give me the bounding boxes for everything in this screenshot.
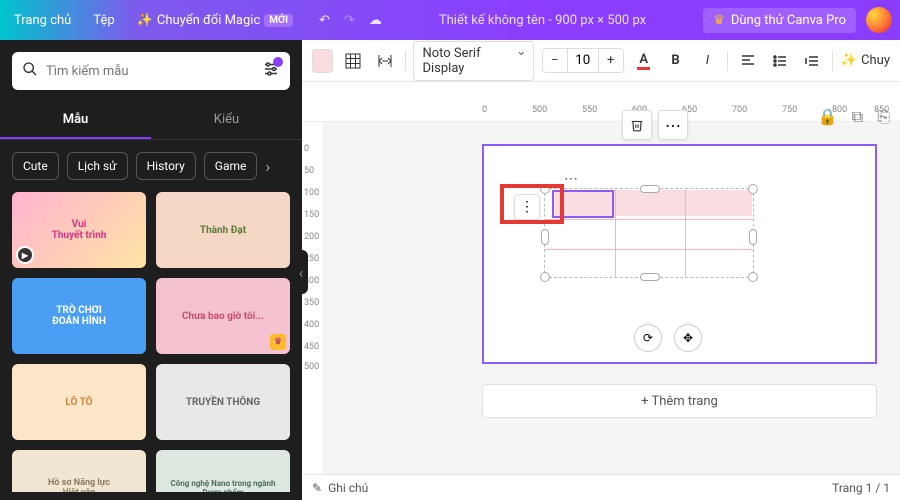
bottom-bar: ✎ Ghi chú Trang 1 / 1 [302, 474, 900, 500]
template-thumb[interactable]: TRÒ CHƠI ĐOÁN HÌNH [12, 278, 146, 354]
move-button[interactable]: ✥ [674, 324, 702, 352]
table-more-icon[interactable]: ⋯ [564, 171, 880, 187]
enhance-label: Chuy [861, 53, 890, 68]
enhance-button[interactable]: ✨ Chuy [841, 53, 890, 68]
template-thumb[interactable]: LÔ TÔ [12, 364, 146, 440]
fill-color-swatch[interactable] [312, 49, 333, 73]
template-grid: Vui Thuyết trình▶ Thành Đạt TRÒ CHƠI ĐOÁ… [0, 192, 302, 492]
highlighted-cell-marker [500, 184, 564, 224]
page-indicator[interactable]: Trang 1 / 1 [832, 481, 890, 495]
new-badge: MỚI [264, 14, 293, 27]
canvas-page[interactable]: ⋯ ⋮ ⟳ ✥ [482, 144, 877, 364]
chip-history-en[interactable]: History [136, 152, 196, 180]
template-thumb[interactable]: Hồ sơ Năng lực Việt vận▶♛ [12, 450, 146, 492]
notes-label: Ghi chú [328, 481, 368, 495]
cloud-sync-icon[interactable]: ☁ [369, 13, 382, 28]
crown-icon: ♛ [270, 334, 286, 350]
try-pro-label: Dùng thử Canva Pro [731, 13, 846, 28]
tab-styles[interactable]: Kiểu [151, 102, 302, 139]
file-menu[interactable]: Tệp [87, 9, 120, 32]
crown-icon: ♛ [713, 13, 725, 28]
horizontal-ruler: 0 500 550 600 650 700 750 800 850 [302, 102, 900, 122]
italic-button[interactable]: I [696, 47, 720, 75]
align-icon[interactable] [736, 47, 760, 75]
user-avatar[interactable] [866, 7, 892, 33]
spacing-icon[interactable] [373, 47, 397, 75]
sparkle-icon: ✨ [841, 53, 857, 68]
canvas-area: 0 500 550 600 650 700 750 800 850 0 50 1… [302, 102, 900, 474]
top-action-icons: ↶ ↷ ☁ [319, 13, 382, 28]
document-title[interactable]: Thiết kế không tên - 900 px × 500 px [392, 13, 693, 28]
font-family-select[interactable]: Noto Serif Display [413, 41, 533, 81]
template-thumb[interactable]: Vui Thuyết trình▶ [12, 192, 146, 268]
element-toolbar: ⋯ [622, 110, 688, 140]
play-icon: ▶ [16, 246, 34, 264]
main-area: Noto Serif Display − + A B I ✨ Chuy 0 50… [302, 40, 900, 500]
template-thumb[interactable]: Công nghệ Nano trong ngành Dược phẩm♛ [156, 450, 290, 492]
notes-button[interactable]: ✎ Ghi chú [312, 481, 368, 495]
try-pro-button[interactable]: ♛ Dùng thử Canva Pro [703, 8, 856, 33]
context-toolbar: Noto Serif Display − + A B I ✨ Chuy [302, 40, 900, 82]
template-thumb[interactable]: TRUYỀN THÔNG [156, 364, 290, 440]
magic-switch-menu[interactable]: ✨ Chuyển đổi Magic MỚI [131, 9, 299, 32]
grid-icon[interactable] [341, 47, 365, 75]
chip-history-vi[interactable]: Lịch sử [67, 152, 128, 180]
add-page-icon[interactable]: ⎘ [877, 107, 890, 127]
search-icon [22, 61, 38, 81]
bold-button[interactable]: B [664, 47, 688, 75]
text-color-icon[interactable]: A [632, 47, 656, 75]
sidebar-tabs: Mẫu Kiểu [0, 102, 302, 140]
notes-icon: ✎ [312, 481, 322, 495]
search-input[interactable] [46, 64, 262, 79]
redo-icon[interactable]: ↷ [344, 13, 355, 28]
decrease-size[interactable]: − [543, 53, 567, 68]
template-search[interactable] [12, 52, 290, 90]
sparkle-icon: ✨ [137, 13, 153, 28]
tab-templates[interactable]: Mẫu [0, 102, 151, 139]
template-thumb[interactable]: Chưa bao giờ tôi...♛ [156, 278, 290, 354]
top-menubar: Trang chủ Tệp ✨ Chuyển đổi Magic MỚI ↶ ↷… [0, 0, 900, 40]
page-action-icons: 🔒 ⧉ ⎘ [818, 107, 890, 127]
more-options-button[interactable]: ⋯ [658, 110, 688, 140]
chevron-right-icon[interactable]: › [265, 157, 270, 176]
magic-label: Chuyển đổi Magic [157, 13, 260, 28]
duplicate-page-icon[interactable]: ⧉ [852, 107, 863, 127]
element-controls: ⟳ ✥ [634, 324, 702, 352]
line-spacing-icon[interactable] [800, 47, 824, 75]
left-sidebar: Mẫu Kiểu Cute Lịch sử History Game › Vui… [0, 40, 302, 500]
font-size-stepper[interactable]: − + [542, 48, 624, 73]
add-page-button[interactable]: + Thêm trang [482, 384, 877, 418]
font-size-input[interactable] [567, 49, 599, 72]
category-chips: Cute Lịch sử History Game › [0, 140, 302, 192]
home-link[interactable]: Trang chủ [8, 9, 77, 32]
lock-icon[interactable]: 🔒 [818, 107, 838, 127]
chip-game[interactable]: Game [204, 152, 258, 180]
sidebar-collapse-handle[interactable]: ‹ [294, 250, 308, 294]
chip-cute[interactable]: Cute [12, 152, 59, 180]
list-icon[interactable] [768, 47, 792, 75]
undo-icon[interactable]: ↶ [319, 13, 330, 28]
delete-button[interactable] [622, 110, 652, 140]
increase-size[interactable]: + [599, 53, 623, 68]
template-thumb[interactable]: Thành Đạt [156, 192, 290, 268]
rotate-button[interactable]: ⟳ [634, 324, 662, 352]
filter-icon[interactable] [262, 60, 280, 82]
vertical-ruler: 0 50 100 150 200 250 300 350 400 450 500 [302, 122, 324, 474]
